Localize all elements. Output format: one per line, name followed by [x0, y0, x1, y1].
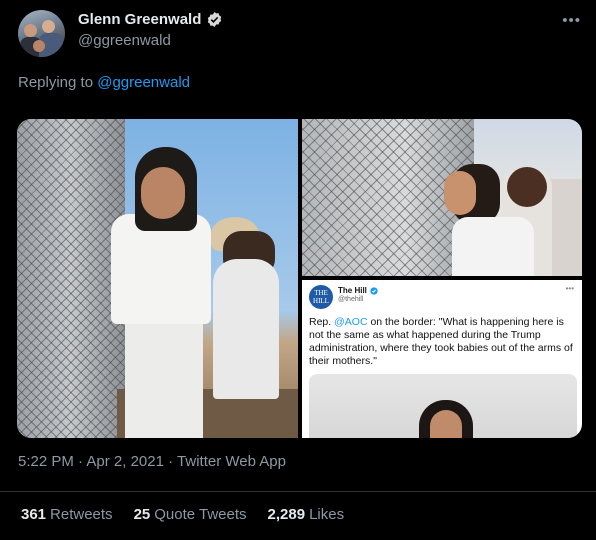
ellipsis-icon: ••• — [565, 284, 574, 293]
embedded-tweet-handle: @thehill — [338, 296, 364, 303]
embedded-tweet-text: Rep. @AOC on the border: "What is happen… — [309, 316, 573, 367]
quote-tweets-label: Quote Tweets — [154, 506, 247, 523]
verified-badge-icon — [208, 12, 222, 27]
verified-badge-icon — [370, 286, 378, 295]
embedded-tweet-author: The Hill — [338, 286, 378, 295]
face — [141, 167, 185, 219]
face — [430, 410, 462, 438]
photo-1[interactable] — [17, 119, 298, 438]
author-handle[interactable]: @ggreenwald — [78, 32, 171, 49]
avatar-face — [24, 24, 37, 37]
avatar-face — [42, 20, 55, 33]
hair — [507, 167, 547, 207]
likes-stat[interactable]: 2,289 Likes — [268, 506, 345, 523]
tweet-time-link[interactable]: 5:22 PM — [18, 453, 74, 470]
fence — [17, 119, 125, 438]
reply-mention-link[interactable]: @ggreenwald — [97, 74, 190, 91]
likes-label: Likes — [309, 506, 345, 523]
separator: · — [78, 453, 84, 470]
the-hill-logo: THE HILL — [309, 285, 333, 309]
replying-to: Replying to @ggreenwald — [18, 74, 190, 91]
author-avatar[interactable] — [18, 10, 65, 57]
embedded-tweet-mention: @AOC — [334, 316, 368, 328]
tweet-stats: 361 Retweets 25 Quote Tweets 2,289 Likes — [21, 506, 365, 523]
photo-2[interactable] — [302, 119, 582, 276]
media-grid: THE HILL The Hill @thehill ••• Rep. @AOC… — [17, 119, 582, 438]
author-name[interactable]: Glenn Greenwald — [78, 11, 201, 28]
quote-tweets-stat[interactable]: 25 Quote Tweets — [134, 506, 247, 523]
avatar-face — [33, 40, 45, 52]
likes-count: 2,289 — [267, 506, 306, 523]
retweets-count: 361 — [21, 506, 47, 523]
photo-3-tweet-screenshot[interactable]: THE HILL The Hill @thehill ••• Rep. @AOC… — [302, 280, 582, 438]
person — [548, 179, 582, 276]
quote-tweets-count: 25 — [133, 506, 151, 523]
separator: · — [168, 453, 174, 470]
ellipsis-icon[interactable]: ••• — [562, 12, 581, 29]
retweets-stat[interactable]: 361 Retweets — [21, 506, 113, 523]
person — [452, 217, 534, 276]
tweet-date-link[interactable]: Apr 2, 2021 — [86, 453, 164, 470]
divider — [0, 491, 596, 492]
replying-to-label: Replying to — [18, 74, 94, 91]
retweets-label: Retweets — [50, 506, 113, 523]
embedded-tweet-video-thumbnail — [309, 374, 577, 438]
tweet-source-link[interactable]: Twitter Web App — [177, 453, 286, 470]
person-legs — [125, 319, 203, 438]
embedded-tweet-author-name: The Hill — [338, 286, 367, 295]
person — [213, 259, 279, 399]
tweet-timestamp: 5:22 PM · Apr 2, 2021 · Twitter Web App — [18, 453, 286, 470]
face — [444, 171, 476, 215]
author-name-row[interactable]: Glenn Greenwald — [78, 11, 223, 28]
